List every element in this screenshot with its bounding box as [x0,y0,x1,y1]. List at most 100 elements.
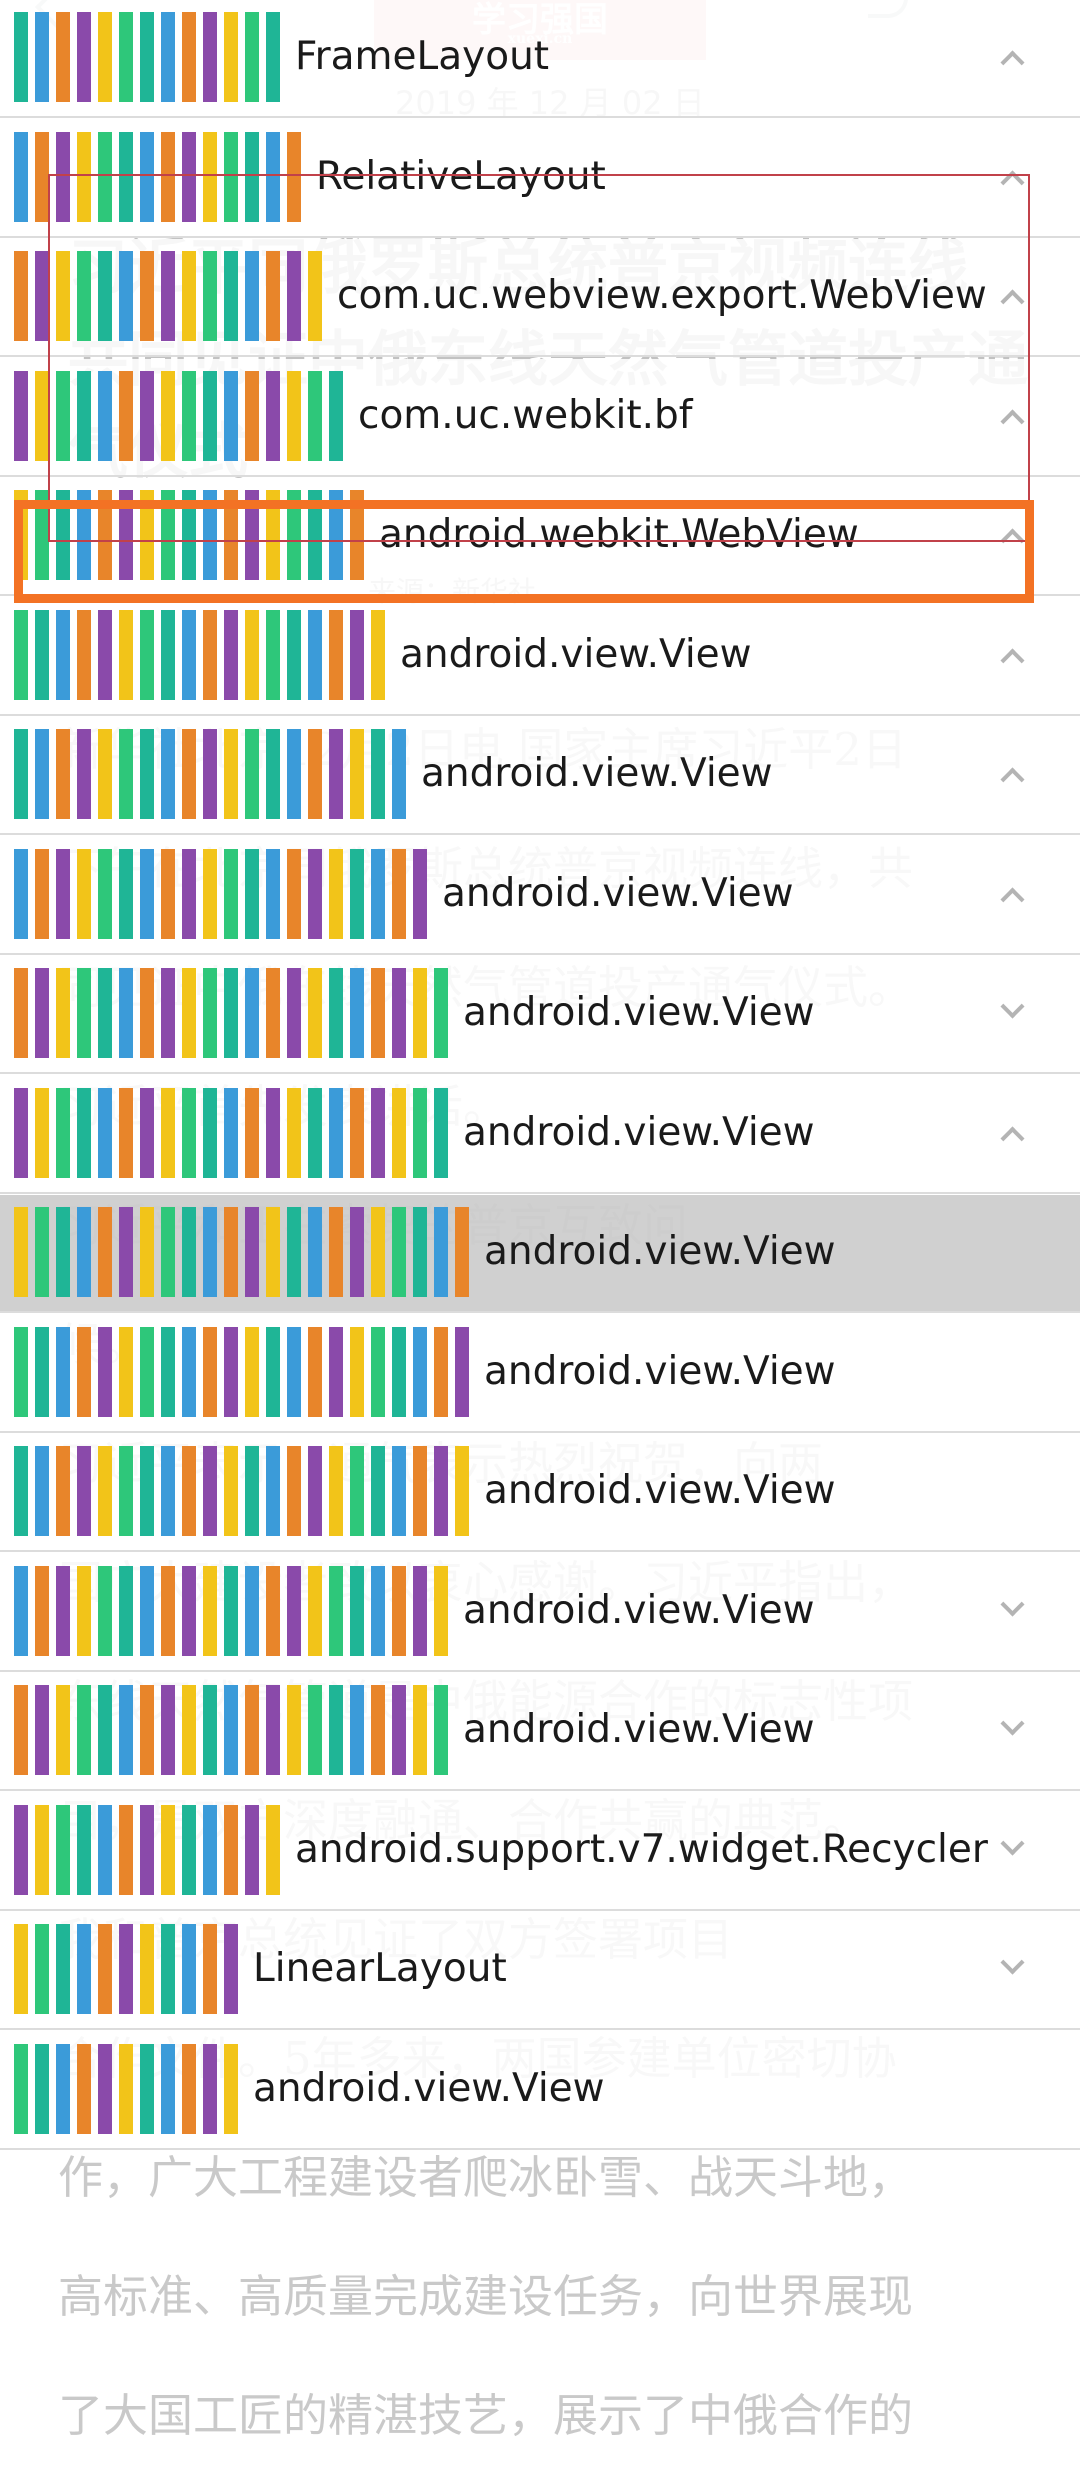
depth-bar [287,1327,301,1417]
depth-bar [161,1566,175,1656]
chevron-down-icon[interactable] [1000,994,1025,1019]
depth-bar [203,1924,217,2014]
depth-bar [140,1327,154,1417]
depth-bar [35,1566,49,1656]
node-class-label: FrameLayout [295,34,550,79]
hierarchy-row[interactable]: LinearLayout [0,1912,1080,2030]
depth-bar [224,1924,238,2014]
depth-bar [98,849,112,939]
depth-bar [77,1805,91,1895]
depth-bar [140,729,154,819]
hierarchy-row[interactable]: android.view.View [0,1554,1080,1672]
hierarchy-row[interactable]: android.view.View [0,717,1080,835]
depth-bar [98,1327,112,1417]
depth-bar [119,1327,133,1417]
depth-bar [14,1327,28,1417]
depth-bar [329,610,343,700]
depth-bar [35,132,49,222]
depth-bar [350,1446,364,1536]
depth-bar [182,1327,196,1417]
depth-bar [329,849,343,939]
depth-bar [98,968,112,1058]
hierarchy-row[interactable]: android.support.v7.widget.Recycler [0,1793,1080,1911]
node-class-label: android.view.View [484,1468,836,1513]
article-paragraph-line: 高标准、高质量完成建设任务，向世界展现 [58,2270,914,2323]
chevron-up-icon[interactable] [1000,767,1025,792]
hierarchy-row[interactable]: android.view.View [0,1673,1080,1791]
depth-bar [224,849,238,939]
depth-bar [245,1327,259,1417]
chevron-up-icon[interactable] [1000,1126,1025,1151]
node-class-label: android.view.View [442,871,794,916]
hierarchy-row[interactable]: android.view.View [0,1195,1080,1313]
depth-bar [413,1088,427,1178]
depth-bar [350,1088,364,1178]
chevron-up-icon[interactable] [1000,50,1025,75]
depth-bar [266,968,280,1058]
depth-bar [224,2044,238,2134]
depth-bar [161,2044,175,2134]
depth-bar [77,1327,91,1417]
depth-bar [350,610,364,700]
depth-bar [245,729,259,819]
depth-bar [413,968,427,1058]
depth-bar [35,2044,49,2134]
hierarchy-row[interactable]: android.view.View [0,2032,1080,2150]
depth-bar [329,1327,343,1417]
depth-bar [77,1685,91,1775]
hierarchy-row[interactable]: android.view.View [0,1315,1080,1433]
depth-bar [56,849,70,939]
depth-bar [14,968,28,1058]
depth-bar [56,729,70,819]
depth-bar [434,1566,448,1656]
depth-bar [308,849,322,939]
depth-bar [266,12,280,102]
depth-bar [371,1685,385,1775]
hierarchy-row[interactable]: android.view.View [0,837,1080,955]
chevron-down-icon[interactable] [1000,1831,1025,1856]
depth-bar [98,1566,112,1656]
hierarchy-row[interactable]: FrameLayout [0,0,1080,118]
depth-bar [350,849,364,939]
hierarchy-row[interactable]: android.view.View [0,1434,1080,1552]
depth-bar [35,1685,49,1775]
chevron-down-icon[interactable] [1000,1592,1025,1617]
depth-bar [56,1924,70,2014]
depth-bar [56,1088,70,1178]
depth-bar [371,1207,385,1297]
depth-bar [140,12,154,102]
depth-bar [455,1327,469,1417]
depth-bar [119,1088,133,1178]
chevron-down-icon[interactable] [1000,1711,1025,1736]
depth-bar [350,1207,364,1297]
depth-bar [329,968,343,1058]
depth-bar [56,1805,70,1895]
depth-bar [161,610,175,700]
depth-bar [371,1446,385,1536]
depth-bar [434,968,448,1058]
depth-bar [98,12,112,102]
depth-bar [329,1207,343,1297]
depth-bar [161,968,175,1058]
hierarchy-row[interactable]: android.view.View [0,598,1080,716]
depth-bar [371,610,385,700]
depth-bar [119,610,133,700]
hierarchy-row[interactable]: android.view.View [0,1076,1080,1194]
depth-bar [98,610,112,700]
depth-bar [119,849,133,939]
depth-bar [140,610,154,700]
hierarchy-row[interactable]: android.view.View [0,956,1080,1074]
depth-bar [56,968,70,1058]
chevron-down-icon[interactable] [1000,1950,1025,1975]
depth-bar [287,849,301,939]
chevron-up-icon[interactable] [1000,887,1025,912]
depth-bar [350,729,364,819]
depth-bar [14,1088,28,1178]
depth-bar [161,849,175,939]
depth-bar [392,1207,406,1297]
depth-bar [35,12,49,102]
depth-bar [266,1207,280,1297]
depth-bar [182,1685,196,1775]
depth-bar [413,849,427,939]
chevron-up-icon[interactable] [1000,648,1025,673]
